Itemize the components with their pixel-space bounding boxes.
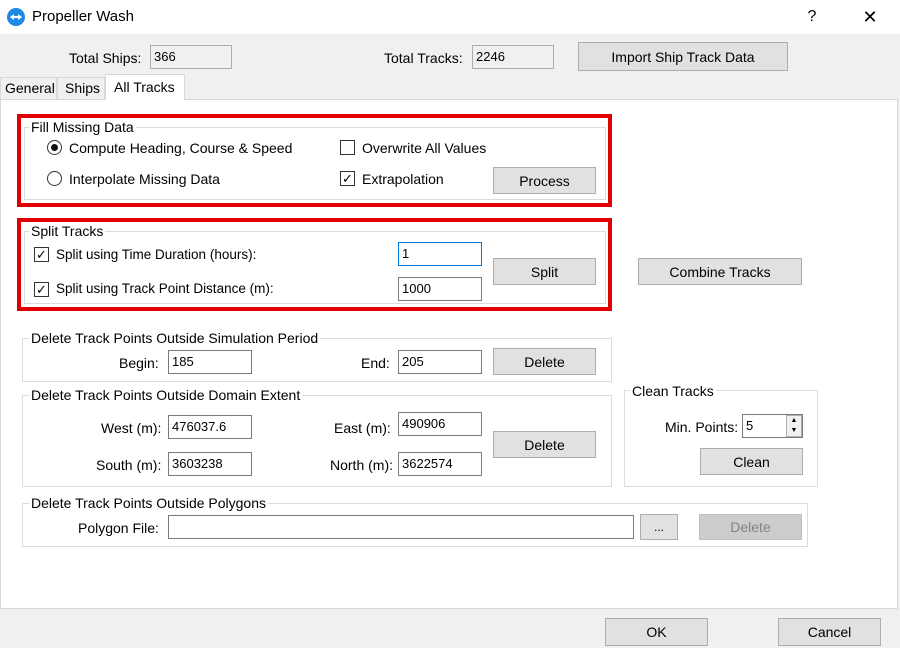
compute-label: Compute Heading, Course & Speed (69, 140, 293, 156)
interpolate-radio[interactable] (47, 171, 62, 186)
sim-period-title: Delete Track Points Outside Simulation P… (29, 330, 321, 346)
polygon-file-label: Polygon File: (78, 520, 159, 536)
fill-missing-title: Fill Missing Data (29, 119, 136, 135)
total-tracks-field: 2246 (472, 45, 554, 69)
split-button[interactable]: Split (493, 258, 596, 285)
split-distance-label: Split using Track Point Distance (m): (56, 281, 274, 296)
west-label: West (m): (101, 420, 162, 436)
west-input[interactable]: 476037.6 (168, 415, 252, 439)
total-tracks-label: Total Tracks: (384, 50, 463, 66)
clean-button[interactable]: Clean (700, 448, 803, 475)
polygons-title: Delete Track Points Outside Polygons (29, 495, 269, 511)
app-icon (7, 8, 25, 26)
min-points-label: Min. Points: (665, 419, 739, 435)
extrapolation-label: Extrapolation (362, 171, 444, 187)
delete-polygons-button: Delete (699, 514, 802, 540)
overwrite-checkbox[interactable] (340, 140, 355, 155)
ok-button[interactable]: OK (605, 618, 708, 646)
delete-domain-extent-button[interactable]: Delete (493, 431, 596, 458)
split-distance-checkbox[interactable]: ✓ (34, 282, 49, 297)
south-input[interactable]: 3603238 (168, 452, 252, 476)
compute-radio[interactable] (47, 140, 62, 155)
begin-label: Begin: (119, 355, 159, 371)
clean-tracks-title: Clean Tracks (630, 383, 716, 399)
split-time-checkbox[interactable]: ✓ (34, 247, 49, 262)
interpolate-label: Interpolate Missing Data (69, 171, 220, 187)
title-bar: Propeller Wash ? ✕ (0, 0, 900, 34)
split-time-input[interactable]: 1 (398, 242, 482, 266)
total-ships-label: Total Ships: (69, 50, 142, 66)
min-points-spinner[interactable]: ▲ ▼ (786, 415, 802, 437)
north-input[interactable]: 3622574 (398, 452, 482, 476)
split-time-label: Split using Time Duration (hours): (56, 247, 257, 262)
tab-all-tracks[interactable]: All Tracks (105, 74, 185, 100)
east-label: East (m): (334, 420, 391, 436)
tab-ships[interactable]: Ships (57, 77, 105, 99)
delete-sim-period-button[interactable]: Delete (493, 348, 596, 375)
extrapolation-checkbox[interactable]: ✓ (340, 171, 355, 186)
footer-bar (0, 610, 900, 648)
begin-input[interactable]: 185 (168, 350, 252, 374)
split-distance-input[interactable]: 1000 (398, 277, 482, 301)
import-ship-track-button[interactable]: Import Ship Track Data (578, 42, 788, 71)
spin-up-icon[interactable]: ▲ (787, 416, 801, 426)
browse-button[interactable]: ... (640, 514, 678, 540)
end-input[interactable]: 205 (398, 350, 482, 374)
east-input[interactable]: 490906 (398, 412, 482, 436)
process-button[interactable]: Process (493, 167, 596, 194)
split-tracks-title: Split Tracks (29, 223, 106, 239)
combine-tracks-button[interactable]: Combine Tracks (638, 258, 802, 285)
domain-extent-title: Delete Track Points Outside Domain Exten… (29, 387, 303, 403)
north-label: North (m): (330, 457, 393, 473)
help-button[interactable]: ? (800, 4, 824, 30)
close-button[interactable]: ✕ (855, 4, 885, 30)
window-title: Propeller Wash (32, 8, 134, 25)
south-label: South (m): (96, 457, 162, 473)
end-label: End: (361, 355, 390, 371)
spin-down-icon[interactable]: ▼ (787, 426, 801, 436)
cancel-button[interactable]: Cancel (778, 618, 881, 646)
total-ships-field: 366 (150, 45, 232, 69)
polygon-file-input[interactable] (168, 515, 634, 539)
tab-general[interactable]: General (0, 77, 57, 99)
overwrite-label: Overwrite All Values (362, 140, 487, 156)
